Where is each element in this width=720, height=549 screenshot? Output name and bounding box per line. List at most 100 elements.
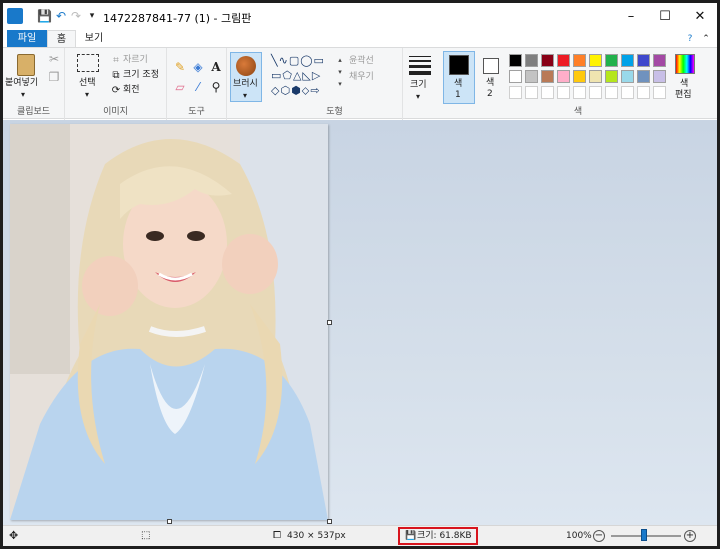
edit-colors-button[interactable]: 색 편집 [671, 54, 699, 104]
palette-swatch[interactable] [621, 86, 634, 99]
select-button[interactable]: 선택 ▾ [73, 52, 101, 99]
magnifier-icon[interactable]: ⚲ [209, 80, 223, 94]
palette-swatch[interactable] [509, 54, 522, 67]
paint-window: 💾 ↶ ↷ ▾ 1472287841-77 (1) - 그림판 – ☐ ✕ 파일… [3, 3, 717, 546]
zoom-out-button[interactable]: − [593, 530, 605, 542]
image-dimensions: 430 × 537px [287, 531, 346, 541]
palette-swatch[interactable] [653, 54, 666, 67]
pencil-icon[interactable]: ✎ [173, 60, 187, 74]
title-bar: 💾 ↶ ↷ ▾ 1472287841-77 (1) - 그림판 – ☐ ✕ [3, 3, 717, 30]
palette-swatch[interactable] [589, 54, 602, 67]
palette-swatch[interactable] [637, 70, 650, 83]
window-title: 1472287841-77 (1) - 그림판 [103, 12, 252, 25]
select-label: 선택 [79, 78, 96, 88]
palette-swatch[interactable] [605, 86, 618, 99]
cut-icon[interactable]: ✂ [47, 52, 61, 66]
ribbon-tabs: 파일 홈 보기 ? ⌃ [3, 30, 717, 47]
rotate-icon: ⟳ [111, 85, 121, 96]
palette-swatch[interactable] [573, 86, 586, 99]
outline-button[interactable]: 윤곽선 [349, 56, 374, 67]
chevron-down-icon: ▾ [85, 90, 90, 99]
undo-icon[interactable]: ↶ [54, 9, 68, 23]
help-icon[interactable]: ? [683, 32, 697, 46]
palette-swatch[interactable] [589, 86, 602, 99]
palette-swatch[interactable] [541, 70, 554, 83]
brush-icon [236, 56, 256, 76]
palette-swatch[interactable] [637, 86, 650, 99]
fill-button[interactable]: 채우기 [349, 72, 374, 83]
palette-swatch[interactable] [541, 86, 554, 99]
palette-swatch[interactable] [525, 70, 538, 83]
tab-view[interactable]: 보기 [79, 30, 109, 47]
palette-swatch[interactable] [525, 86, 538, 99]
selection-icon [77, 54, 99, 72]
palette-swatch[interactable] [557, 86, 570, 99]
resize-handle-right[interactable] [327, 320, 332, 325]
edit-colors-label: 색 [680, 79, 689, 89]
resize-handle-corner[interactable] [327, 519, 332, 524]
palette-swatch[interactable] [605, 70, 618, 83]
palette-swatch[interactable] [621, 54, 634, 67]
eraser-icon[interactable]: ▱ [173, 80, 187, 94]
fill-icon[interactable]: ◈ [191, 60, 205, 74]
copy-icon[interactable]: ❐ [47, 70, 61, 84]
resize-handle-bottom[interactable] [167, 519, 172, 524]
palette-swatch[interactable] [589, 70, 602, 83]
color2-button[interactable]: 색 2 [479, 51, 505, 104]
canvas-area[interactable] [3, 120, 717, 525]
image-group: 선택 ▾ ⌗ 자르기 ⧉ 크기 조정 ⟳ 회전 이미지 [65, 48, 167, 120]
canvas-image[interactable] [10, 124, 328, 520]
shape-row-2: ▭⬠△◺▷ [271, 69, 322, 82]
shapes-scroll-icon[interactable]: ▴ ▾ ▾ [333, 54, 347, 94]
tab-file[interactable]: 파일 [7, 30, 47, 47]
tab-home[interactable]: 홈 [47, 30, 76, 47]
text-icon[interactable]: A [209, 60, 223, 74]
close-button[interactable]: ✕ [683, 3, 717, 30]
resize-icon: ⧉ [112, 70, 120, 81]
color-picker-icon[interactable]: ⁄ [191, 80, 205, 94]
zoom-slider-thumb[interactable] [641, 529, 647, 541]
chevron-down-icon: ▾ [243, 91, 248, 100]
minimize-button[interactable]: – [614, 3, 648, 30]
file-size: 크기: 61.8KB [417, 531, 472, 541]
customize-quick-access-icon[interactable]: ▾ [85, 9, 99, 23]
palette-swatch[interactable] [653, 86, 666, 99]
colors-group: 색 1 색 2 색 편집 색 [439, 48, 717, 120]
palette-swatch[interactable] [557, 54, 570, 67]
palette-swatch[interactable] [621, 70, 634, 83]
clipboard-group: 붙여넣기 ▾ ✂ ❐ 클립보드 [3, 48, 65, 120]
palette-swatch[interactable] [525, 54, 538, 67]
brushes-button[interactable]: 브러시 ▾ [230, 52, 262, 102]
shape-row-1: ╲∿▢◯▭ [271, 54, 325, 67]
chevron-down-icon: ▾ [416, 92, 421, 101]
redo-icon[interactable]: ↷ [69, 9, 83, 23]
maximize-button[interactable]: ☐ [648, 3, 682, 30]
zoom-in-button[interactable]: + [684, 530, 696, 542]
cursor-position-icon: ✥ [9, 529, 19, 542]
zoom-level: 100% [566, 531, 592, 541]
image-group-label: 이미지 [103, 107, 128, 117]
color2-number: 2 [487, 89, 493, 99]
palette-swatch[interactable] [557, 70, 570, 83]
crop-button[interactable]: 자르기 [123, 55, 148, 66]
shapes-gallery[interactable]: ╲∿▢◯▭ ▭⬠△◺▷ ◇⬡⬢⬦⇨ [271, 53, 333, 103]
color-palette [509, 54, 679, 104]
resize-button[interactable]: 크기 조정 [123, 70, 159, 81]
palette-swatch[interactable] [653, 70, 666, 83]
palette-swatch[interactable] [509, 70, 522, 83]
save-icon[interactable]: 💾 [37, 9, 52, 23]
palette-swatch[interactable] [541, 54, 554, 67]
paste-label: 붙여넣기 [5, 78, 39, 88]
palette-swatch[interactable] [509, 86, 522, 99]
rotate-button[interactable]: 회전 [123, 85, 140, 96]
line-width-icon [409, 56, 431, 75]
collapse-ribbon-icon[interactable]: ⌃ [699, 32, 713, 46]
palette-swatch[interactable] [605, 54, 618, 67]
paste-button[interactable]: 붙여넣기 ▾ [5, 52, 41, 99]
tools-group: ✎ ◈ A ▱ ⁄ ⚲ 도구 [167, 48, 227, 120]
size-button[interactable]: 크기 ▾ [405, 52, 433, 102]
palette-swatch[interactable] [573, 54, 586, 67]
color1-button[interactable]: 색 1 [443, 51, 475, 104]
palette-swatch[interactable] [573, 70, 586, 83]
palette-swatch[interactable] [637, 54, 650, 67]
